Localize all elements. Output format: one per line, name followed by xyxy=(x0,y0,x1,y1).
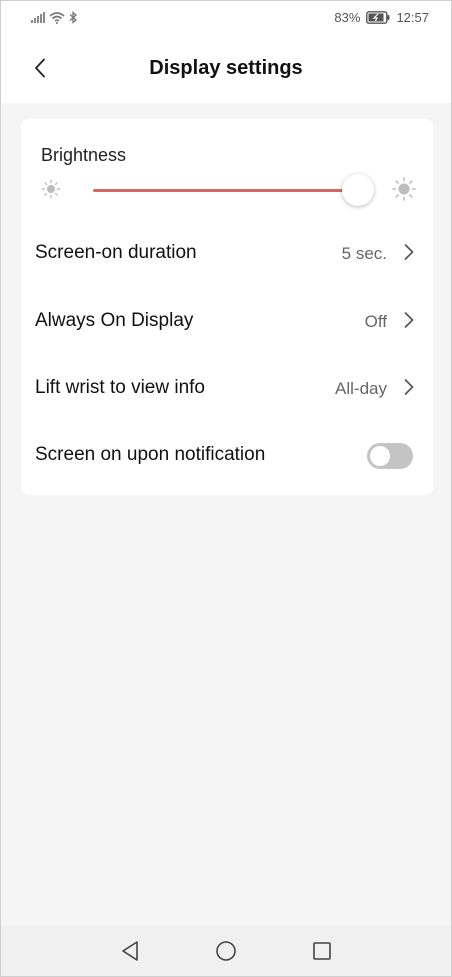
row-label: Lift wrist to view info xyxy=(35,377,205,398)
row-value: 5 sec. xyxy=(341,244,387,263)
status-right: 83% 12:57 xyxy=(334,10,429,25)
signal-icon xyxy=(31,12,45,23)
toggle-knob xyxy=(370,446,390,466)
status-left-icons xyxy=(31,11,78,24)
chevron-right-icon xyxy=(404,312,414,328)
status-time: 12:57 xyxy=(396,10,429,25)
row-label: Always On Display xyxy=(35,310,194,331)
row-screen-on-duration[interactable]: Screen-on duration 5 sec. xyxy=(21,220,433,286)
row-always-on-display[interactable]: Always On Display Off xyxy=(21,288,433,354)
row-screen-on-notification: Screen on upon notification xyxy=(21,422,433,488)
wifi-icon xyxy=(49,11,65,24)
header: Display settings xyxy=(1,35,451,103)
navigation-bar xyxy=(1,926,451,976)
screen-on-notification-toggle[interactable] xyxy=(367,443,413,469)
brightness-slider-track xyxy=(93,189,358,192)
row-lift-wrist[interactable]: Lift wrist to view info All-day xyxy=(21,355,433,421)
square-recents-icon[interactable] xyxy=(310,939,334,963)
settings-card: Brightness Screen-on duration 5 sec. Alw… xyxy=(21,119,433,495)
battery-percent: 83% xyxy=(334,10,361,25)
triangle-back-icon[interactable] xyxy=(118,939,142,963)
row-label: Screen on upon notification xyxy=(35,444,266,465)
brightness-slider-thumb[interactable] xyxy=(342,174,374,206)
screen: 83% 12:57 Display settings Brightness Sc… xyxy=(0,0,452,977)
status-bar: 83% 12:57 xyxy=(1,1,451,35)
sun-small-icon xyxy=(41,179,61,199)
chevron-right-icon xyxy=(404,244,414,260)
sun-large-icon xyxy=(392,177,416,201)
row-value: All-day xyxy=(335,379,387,398)
row-value: Off xyxy=(364,312,387,331)
brightness-slider[interactable] xyxy=(93,174,375,206)
brightness-label: Brightness xyxy=(41,145,127,165)
battery-icon xyxy=(366,11,390,24)
page-title: Display settings xyxy=(149,57,303,79)
circle-home-icon[interactable] xyxy=(214,939,238,963)
chevron-right-icon xyxy=(404,379,414,395)
row-label: Screen-on duration xyxy=(35,242,197,263)
bluetooth-icon xyxy=(69,11,77,24)
